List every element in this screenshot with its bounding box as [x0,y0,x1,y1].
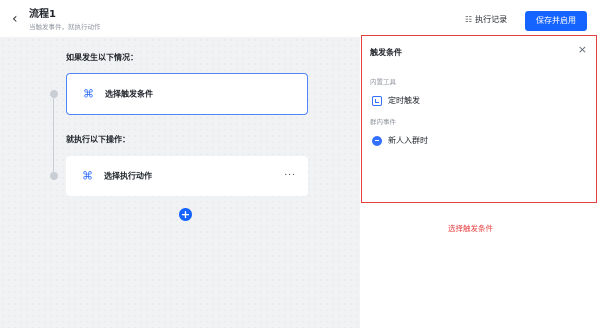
chevron-left-icon[interactable]: ‹ [12,12,18,26]
list-icon: ☷ [465,15,473,24]
group-title-group-events: 群内事件 [370,118,396,126]
trigger-option-member-join[interactable]: 新人入群时 [372,135,428,146]
trigger-section-label: 如果发生以下情况： [66,53,138,62]
command-icon: ⌘ [82,169,93,183]
flow-node-dot [49,172,58,180]
page-title: 流程1 [29,9,56,20]
annotation-note: 选择触发条件 [448,224,493,233]
page-subtitle: 当触发事件，就执行动作 [29,23,101,31]
trigger-card-label: 选择触发条件 [105,89,153,99]
member-join-icon [372,135,382,146]
trigger-option-label: 新人入群时 [388,136,428,145]
clock-icon [372,95,382,106]
execution-log-button[interactable]: ☷ 执行记录 [465,14,507,25]
top-bar: ‹ 流程1 当触发事件，就执行动作 ☷ 执行记录 保存并启用 [0,0,600,37]
more-options-icon[interactable]: ··· [284,171,296,181]
trigger-option-scheduled[interactable]: 定时触发 [372,95,420,106]
select-action-card[interactable]: ⌘ 选择执行动作 ··· [66,156,308,196]
trigger-conditions-panel: 触发条件 × 内置工具 定时触发 群内事件 新人入群时 [361,35,597,203]
action-section-label: 就执行以下操作： [66,135,130,144]
flow-node-dot [49,90,58,98]
panel-title: 触发条件 [370,48,402,57]
add-step-button[interactable]: + [179,208,192,221]
save-and-enable-button[interactable]: 保存并启用 [525,11,587,31]
select-trigger-card[interactable]: ⌘ 选择触发条件 [66,73,308,115]
command-icon: ⌘ [83,87,94,101]
action-card-label: 选择执行动作 [104,171,152,181]
group-title-builtin-tools: 内置工具 [370,78,396,86]
execution-log-label: 执行记录 [475,15,508,24]
close-icon[interactable]: × [578,44,587,56]
trigger-option-label: 定时触发 [388,96,420,105]
flow-connector-line [53,93,54,176]
